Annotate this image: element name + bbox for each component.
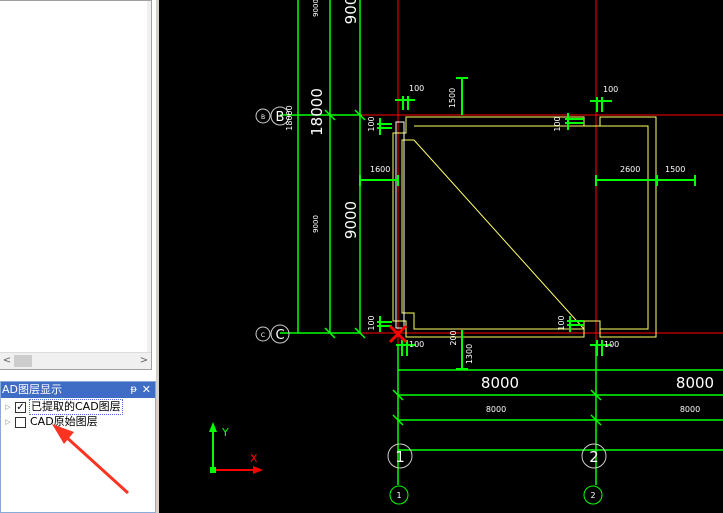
- column-label-2: 2: [589, 448, 599, 466]
- ucs-y-label: Y: [221, 426, 229, 439]
- dim-9000-mid-big: 9000: [342, 201, 360, 239]
- bottom-dim-lines: [392, 345, 723, 485]
- component-list[interactable]: < >: [0, 0, 152, 370]
- column-walls: [392, 116, 657, 338]
- dim-18000-small: 18000: [285, 105, 294, 130]
- dim-9000-mid-small: 9000: [312, 215, 320, 233]
- column-label-1: 1: [395, 448, 405, 466]
- dim-1600: 1600: [370, 165, 390, 174]
- scroll-left-arrow[interactable]: <: [0, 353, 14, 369]
- dim-100-e: 100: [367, 315, 376, 330]
- dim-1500-vertical: 1500: [448, 88, 457, 108]
- dim-100-h: 100: [604, 340, 619, 349]
- dim-100-d: 100: [553, 116, 562, 131]
- column-label-2-small: 2: [590, 491, 595, 500]
- dim-9000-top-big: 900: [342, 0, 360, 24]
- dim-2600: 2600: [620, 165, 640, 174]
- dim-100-c: 100: [603, 85, 618, 94]
- cad-layer-panel: AD图层显示 ᵽ ✕ ▷ ✓ 已提取的CAD图层 ▷ CAD原始图层: [0, 381, 156, 513]
- layer-panel-title: AD图层显示: [2, 383, 62, 396]
- wall-white-edge: [395, 121, 405, 329]
- dim-1300: 1300: [465, 344, 474, 364]
- dim-8000-big-a: 8000: [481, 374, 519, 392]
- vertical-scrollbar[interactable]: [147, 1, 151, 353]
- cad-canvas[interactable]: B C B C 9000 900 18000 18000 9000 9000 1…: [159, 0, 723, 513]
- row-bubbles: [255, 106, 290, 344]
- row-label-b-small: B: [261, 114, 265, 121]
- column-bubbles: [387, 443, 607, 505]
- layer-item-label: CAD原始图层: [30, 415, 98, 428]
- row-label-c-small: C: [261, 332, 265, 339]
- row-label-b: B: [276, 110, 285, 125]
- dim-8000-small-b: 8000: [680, 405, 700, 414]
- scroll-thumb[interactable]: [14, 355, 32, 367]
- dim-1500-horizontal: 1500: [665, 165, 685, 174]
- pin-icon[interactable]: ᵽ: [130, 382, 137, 398]
- dim-100-b: 100: [367, 116, 376, 131]
- layer-item-label: 已提取的CAD图层: [29, 399, 123, 415]
- dim-9000-top-small: 9000: [312, 0, 320, 17]
- horizontal-scrollbar[interactable]: < >: [0, 352, 151, 369]
- expand-icon[interactable]: ▷: [3, 400, 13, 414]
- dim-100-f: 100: [557, 315, 566, 330]
- layer-item-original[interactable]: ▷ CAD原始图层: [3, 415, 99, 429]
- ucs-icon: [209, 422, 263, 474]
- checkbox-extracted[interactable]: ✓: [15, 401, 26, 413]
- column-label-1-small: 1: [396, 491, 401, 500]
- expand-icon[interactable]: ▷: [3, 415, 13, 429]
- dim-200: 200: [449, 330, 458, 345]
- dim-100-g: 100: [409, 340, 424, 349]
- dim-100-a: 100: [409, 84, 424, 93]
- checkbox-original[interactable]: [15, 416, 26, 428]
- ucs-x-label: X: [250, 452, 258, 465]
- row-label-c: C: [275, 328, 284, 343]
- left-panel: < > AD图层显示 ᵽ ✕ ▷ ✓ 已提取的CAD图层 ▷ CAD原始图层: [0, 0, 156, 513]
- layer-item-extracted[interactable]: ▷ ✓ 已提取的CAD图层: [3, 399, 123, 415]
- dim-8000-big-b: 8000: [676, 374, 714, 392]
- left-dim-lines: [280, 0, 366, 339]
- column-dims: [359, 77, 696, 370]
- layer-panel-titlebar: AD图层显示 ᵽ ✕: [1, 382, 155, 398]
- dim-8000-small-a: 8000: [486, 405, 506, 414]
- close-icon[interactable]: ✕: [142, 382, 151, 398]
- scroll-right-arrow[interactable]: >: [137, 353, 151, 369]
- dim-18000-big: 18000: [308, 88, 326, 136]
